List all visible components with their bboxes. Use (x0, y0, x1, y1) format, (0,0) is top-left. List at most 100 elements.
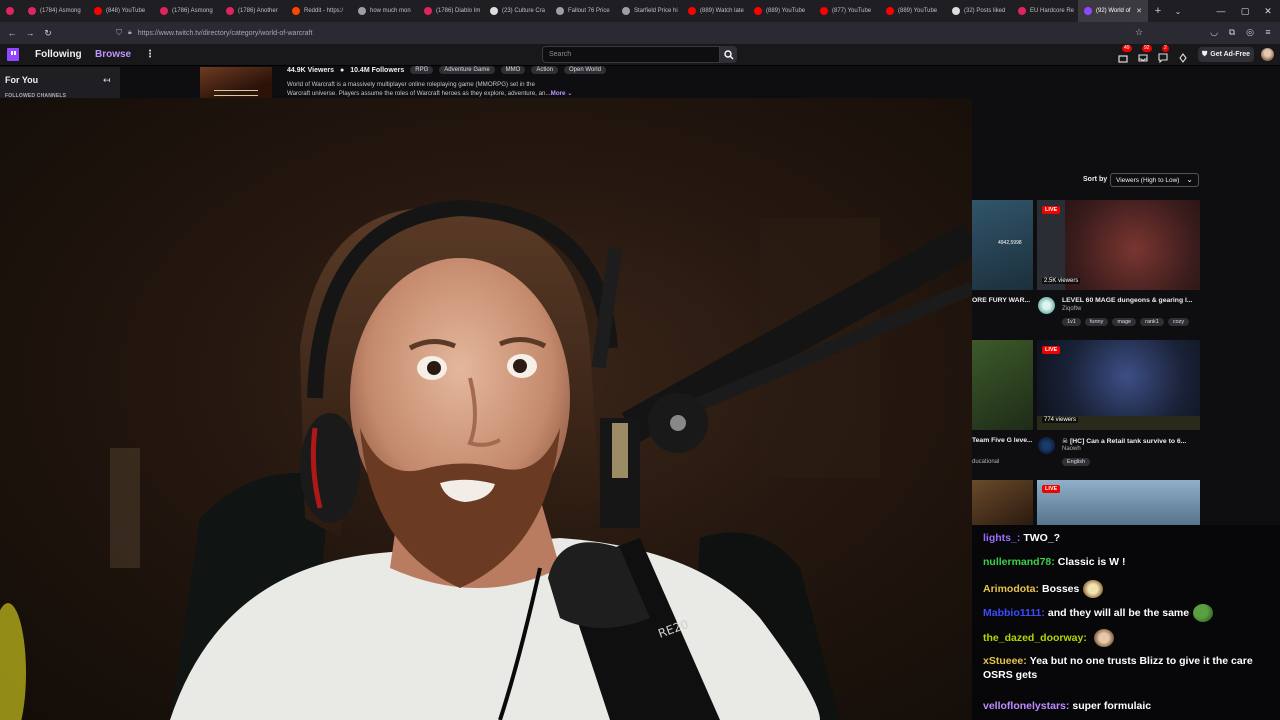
browser-tab[interactable]: (848) YouTube (88, 0, 154, 22)
sort-by-dropdown[interactable]: Viewers (High to Low) (1110, 173, 1199, 187)
collapse-sidebar-icon[interactable]: ↤ (103, 75, 111, 86)
close-window-button[interactable]: ✕ (1256, 0, 1280, 22)
chat-username[interactable]: the_dazed_doorway: (983, 632, 1087, 644)
search-input[interactable]: Search (542, 46, 720, 63)
close-tab-icon[interactable]: ✕ (1136, 7, 1142, 15)
category-box-art[interactable] (200, 67, 272, 98)
maximize-button[interactable]: ▢ (1233, 0, 1257, 22)
stream-thumbnail[interactable] (1037, 480, 1200, 525)
inbox-badge: 92 (1142, 45, 1152, 52)
tab-label: (1786) Another (238, 8, 278, 14)
stream-title-left[interactable]: Team Five G leve... (972, 437, 1032, 444)
inbox-icon[interactable]: 92 (1138, 45, 1152, 62)
new-tab-button[interactable]: + (1148, 5, 1168, 17)
streamer-avatar[interactable] (1038, 297, 1055, 314)
chat-username[interactable]: Mabbio1111: (983, 607, 1045, 619)
menu-icon[interactable]: ≡ (1261, 25, 1275, 39)
extensions-icon[interactable]: ⧉ (1225, 25, 1239, 39)
lock-icon[interactable]: 🔒︎ (128, 29, 132, 37)
stream-title[interactable]: LEVEL 60 MAGE dungeons & gearing l... (1062, 297, 1200, 304)
streamer-avatar[interactable] (1038, 437, 1055, 454)
bits-icon[interactable] (1178, 50, 1188, 63)
browser-tab[interactable]: (1784) Asmong (22, 0, 88, 22)
twitch-logo-icon[interactable] (7, 48, 19, 61)
browser-tab[interactable]: Starfield Price hi (616, 0, 682, 22)
chat-username[interactable]: lights_: (983, 532, 1020, 544)
prime-loot-icon[interactable]: 49 (1118, 45, 1132, 63)
search-icon[interactable] (720, 46, 737, 63)
browser-tab[interactable]: (889) YouTube (748, 0, 814, 22)
stream-thumbnail-left[interactable] (972, 480, 1033, 525)
category-stats: 44.9K Viewers ● 10.4M Followers RPG Adve… (287, 66, 606, 74)
get-ad-free-button[interactable]: ⛊ Get Ad-Free (1198, 47, 1254, 62)
browser-tab[interactable]: (889) Watch late (682, 0, 748, 22)
chat-username[interactable]: Arimodota: (983, 583, 1039, 595)
category-tag[interactable]: RPG (410, 66, 434, 74)
sidebar-for-you-heading: For You (5, 75, 39, 85)
stream-title-left[interactable]: ORE FURY WAR... (972, 297, 1032, 304)
user-avatar[interactable] (1261, 48, 1274, 61)
wow-logo-icon (214, 90, 258, 96)
stream-tag[interactable]: funny (1084, 318, 1109, 326)
chat-message: velloflonelystars: super formulaic (983, 699, 1278, 713)
channel-name[interactable]: Naowh (1062, 446, 1081, 452)
more-link[interactable]: More ⌄ (551, 90, 573, 97)
browser-tab[interactable]: (1786) Diablo Im (418, 0, 484, 22)
stream-tag[interactable]: cozy (1167, 318, 1190, 326)
more-options-icon[interactable]: ⋮ (145, 49, 155, 60)
browser-tab[interactable]: (889) YouTube (880, 0, 946, 22)
nav-browse[interactable]: Browse (95, 49, 131, 60)
category-tag[interactable]: Adventure Game (439, 66, 495, 74)
description-line: World of Warcraft is a massively multipl… (287, 81, 535, 88)
forward-arrow-icon[interactable]: → (21, 24, 39, 42)
browser-menu-icon[interactable] (0, 0, 22, 22)
browser-tab[interactable]: (23) Culture Cra (484, 0, 550, 22)
url-bar[interactable]: ⛉ 🔒︎ https://www.twitch.tv/directory/cat… (116, 24, 1146, 42)
tab-list-chevron-icon[interactable]: ⌄ (1168, 7, 1188, 16)
whispers-icon[interactable]: 2 (1158, 45, 1169, 64)
account-icon[interactable]: ◎ (1243, 25, 1257, 39)
chat-username[interactable]: xStueee: (983, 655, 1027, 667)
stream-tag-left[interactable]: ducational (972, 459, 999, 465)
category-tag[interactable]: Open World (564, 66, 606, 74)
stream-tag[interactable]: rank1 (1140, 318, 1164, 326)
browser-tab[interactable]: (877) YouTube (814, 0, 880, 22)
browser-tab[interactable]: EU Hardcore Re (1012, 0, 1078, 22)
shield-icon[interactable]: ⛉ (116, 28, 122, 38)
browser-tab[interactable]: how much mon (352, 0, 418, 22)
chat-username[interactable]: velloflonelystars: (983, 700, 1069, 712)
stream-thumbnail[interactable] (1037, 200, 1200, 290)
reload-icon[interactable]: ↻ (39, 24, 57, 42)
browser-tab[interactable]: (1786) Another (220, 0, 286, 22)
channel-name[interactable]: Ziqoftw (1062, 306, 1081, 312)
bookmark-star-icon[interactable]: ☆ (1132, 25, 1146, 39)
browser-tab[interactable]: Fallout 76 Price (550, 0, 616, 22)
stream-thumbnail-left[interactable] (972, 340, 1033, 430)
stream-tag[interactable]: mage (1112, 318, 1137, 326)
nav-following[interactable]: Following (35, 49, 82, 60)
chat-message: xStueee: Yea but no one trusts Blizz to g… (983, 654, 1278, 682)
tab-favicon-icon (292, 7, 300, 15)
category-tag[interactable]: MMO (500, 66, 526, 74)
stream-title[interactable]: ☠ [HC] Can a Retail tank survive to 6... (1062, 437, 1200, 445)
browser-tab-active[interactable]: (92) World of ✕ (1078, 0, 1148, 22)
stream-thumbnail-left[interactable]: 4942,5998 (972, 200, 1033, 290)
description-line: Warcraft universe. Players assume the ro… (287, 90, 551, 97)
tab-favicon-icon (622, 7, 630, 15)
back-arrow-icon[interactable]: ← (3, 24, 21, 42)
browser-tab[interactable]: (1786) Asmong (154, 0, 220, 22)
stream-tag[interactable]: 1v1 (1062, 318, 1081, 326)
pocket-icon[interactable]: ◡ (1207, 25, 1221, 39)
separator-dot: ● (339, 66, 345, 74)
chat-message: Arimodota: Bosses (983, 580, 1278, 598)
tab-favicon-icon (94, 7, 102, 15)
chat-username[interactable]: nullermand78: (983, 556, 1055, 568)
chat-message: nullermand78: Classic is W ! (983, 555, 1278, 569)
minimize-button[interactable]: — (1209, 0, 1233, 22)
category-tag[interactable]: Action (531, 66, 559, 74)
browser-tab[interactable]: Reddit - https:/ (286, 0, 352, 22)
stream-tag[interactable]: English (1062, 458, 1091, 466)
browser-tab[interactable]: (32) Posts liked (946, 0, 1012, 22)
browser-tab-strip: (1784) Asmong (848) YouTube (1786) Asmong (… (0, 0, 1280, 22)
url-text[interactable]: https://www.twitch.tv/directory/category… (138, 30, 313, 37)
